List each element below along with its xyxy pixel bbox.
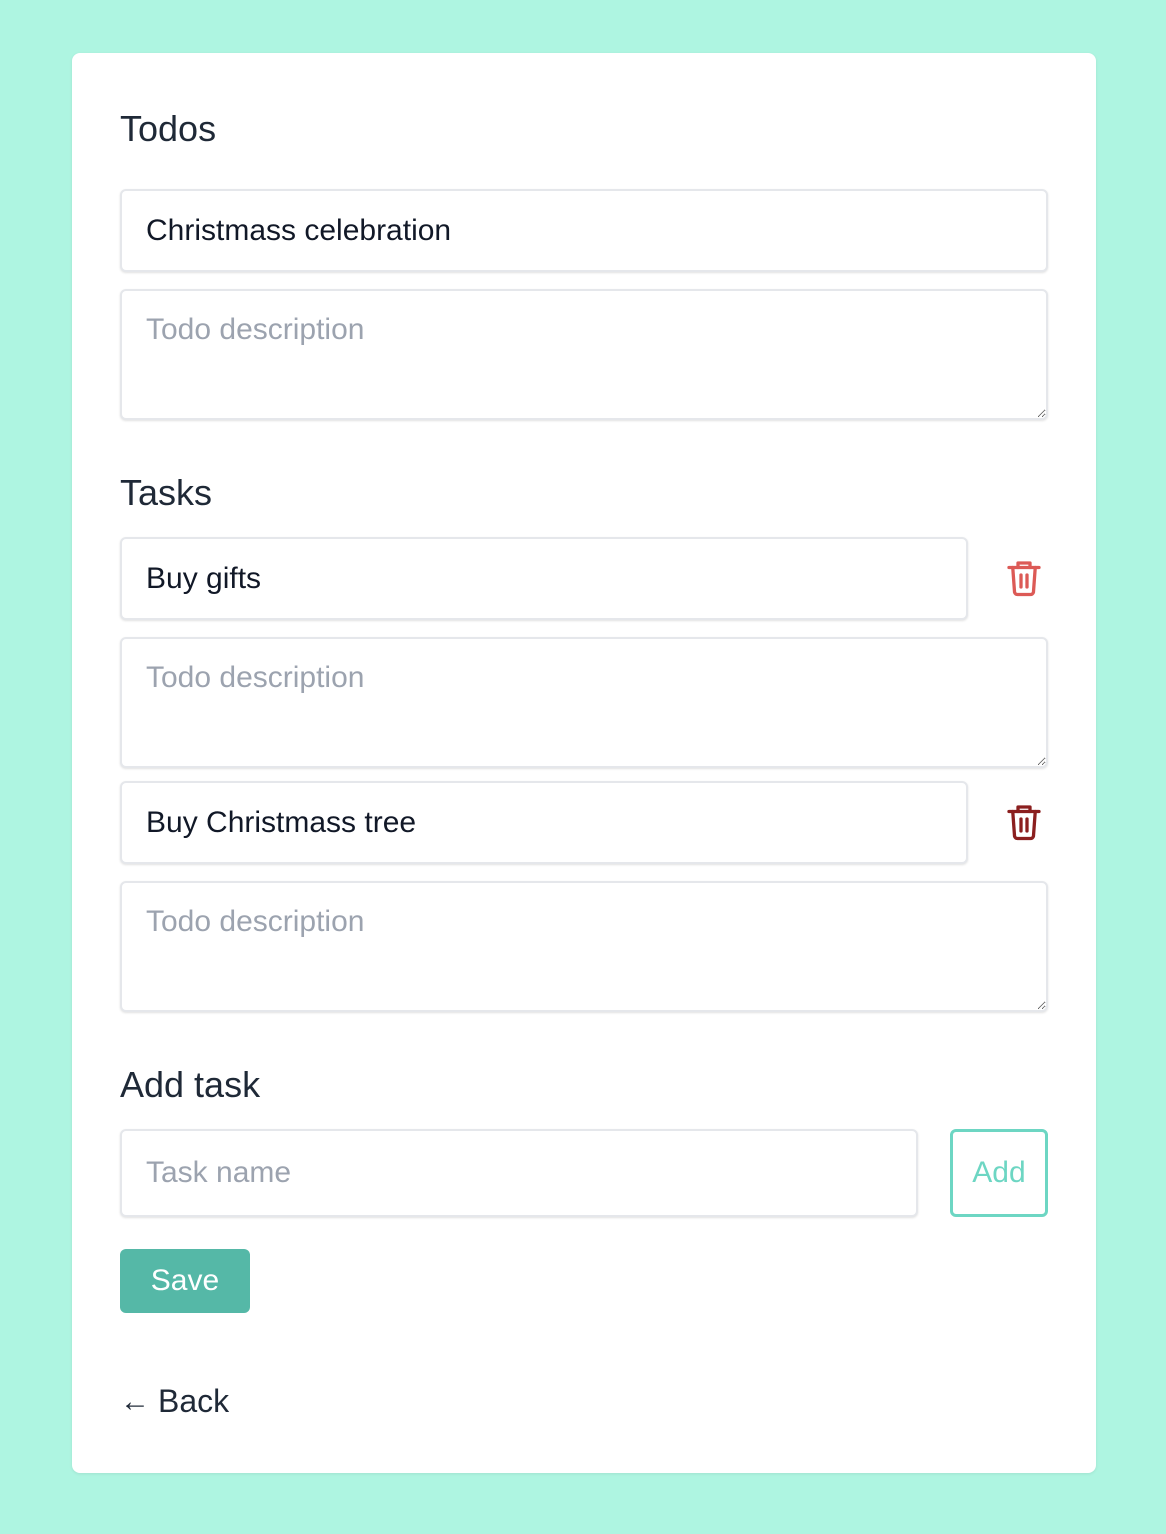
task-name-input[interactable]: [120, 781, 968, 864]
todo-card: Todos Tasks Add task Add Save ← Back: [72, 53, 1096, 1473]
delete-task-button[interactable]: [1004, 800, 1044, 844]
task-description-textarea[interactable]: [120, 637, 1048, 768]
back-label: Back: [158, 1383, 230, 1419]
save-button[interactable]: Save: [120, 1249, 250, 1313]
task-name-new-input[interactable]: [120, 1129, 918, 1217]
task-description-textarea[interactable]: [120, 881, 1048, 1012]
todo-description-textarea[interactable]: [120, 289, 1048, 420]
todos-heading: Todos: [120, 108, 217, 149]
add-task-button[interactable]: Add: [950, 1129, 1048, 1217]
delete-task-button[interactable]: [1004, 556, 1044, 600]
todo-title-input[interactable]: [120, 189, 1048, 272]
tasks-heading: Tasks: [120, 472, 213, 513]
add-task-heading: Add task: [120, 1064, 261, 1105]
back-link[interactable]: ← Back: [120, 1383, 229, 1420]
arrow-left-icon: ←: [120, 1384, 150, 1418]
trash-icon: [1007, 561, 1041, 597]
task-name-input[interactable]: [120, 537, 968, 620]
trash-icon: [1007, 805, 1041, 841]
